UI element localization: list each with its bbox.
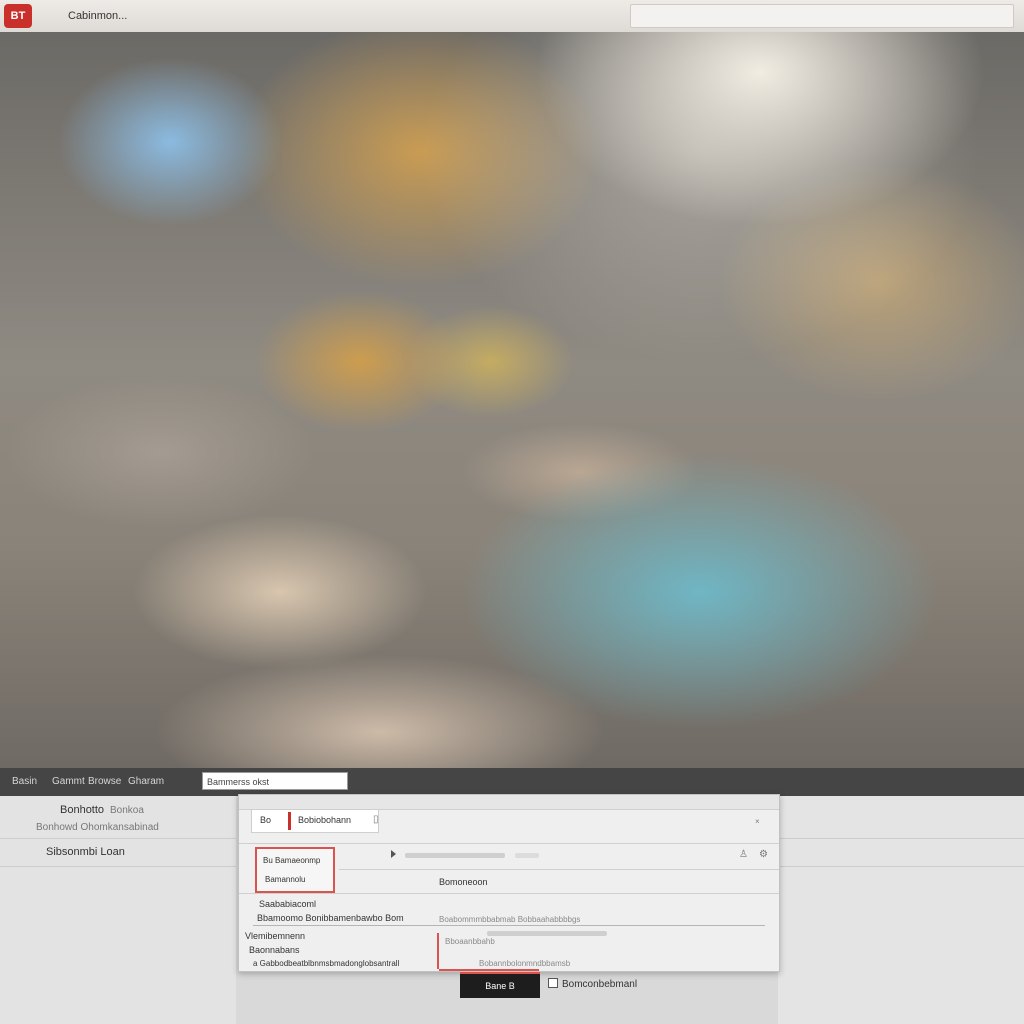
row-value: Bomoneoon (439, 877, 488, 887)
title-bar: BT Cabinmon... (0, 0, 1024, 33)
progress-bar-tail (515, 853, 539, 858)
section-title: Vlemibemnenn (245, 931, 306, 941)
properties-dialog: Bo Bobiobohann ▯ × Bu Bamaeonmp Bamannol… (238, 794, 780, 972)
footer-note: a Gabbodbeatblbnmsbmadonglobsantrall (253, 959, 400, 968)
option-checkbox[interactable] (548, 978, 558, 988)
toolbar-item-3[interactable]: Browse (88, 776, 121, 787)
primary-action-button[interactable]: Bane B (460, 972, 540, 998)
tab-active-indicator (288, 812, 291, 830)
list-item-title[interactable]: Bonhotto (60, 804, 104, 816)
list-item-title[interactable]: Sibsonmbi Loan (46, 846, 125, 858)
document-icon[interactable]: ▯ (373, 814, 379, 825)
image-preview (0, 32, 1024, 768)
field-line-1: Bu Bamaeonmp (263, 856, 321, 865)
toolbar-strip: Basin Gammt Browse Gharam Bammerss okst (0, 768, 1024, 796)
dialog-tab-group: Bo Bobiobohann (251, 809, 379, 833)
settings-icon[interactable]: ⚙ (759, 849, 768, 860)
dialog-header (239, 795, 779, 810)
field-line-2: Bamannolu (265, 875, 306, 884)
tab-short[interactable]: Bo (260, 815, 271, 825)
app-logo[interactable]: BT (4, 4, 32, 28)
toolbar-name-field[interactable]: Bammerss okst (202, 772, 348, 790)
left-list: Bonhotto Bonkoa Bonhowd Ohomkansabinad S… (0, 796, 236, 1024)
footer-right-text: Bobannbolonmndbbamsb (479, 959, 571, 968)
dialog-divider (239, 893, 779, 894)
panel-divider (778, 838, 1024, 839)
window-title: Cabinmon... (68, 10, 128, 22)
dialog-divider (239, 843, 779, 844)
tab-main[interactable]: Bobiobohann (298, 815, 351, 825)
section-value: Bboaanbbahb (445, 937, 495, 946)
list-item-detail: Bonhowd Ohomkansabinad (36, 822, 159, 833)
title-search-field[interactable] (630, 4, 1014, 28)
section-title: Saababiacoml (259, 899, 317, 909)
toolbar-item-4[interactable]: Gharam (128, 776, 164, 787)
close-icon[interactable]: × (755, 817, 760, 826)
section-subtitle: Bbamoomo Bonibbamenbawbo Bom (257, 913, 404, 923)
highlighted-field[interactable]: Bu Bamaeonmp Bamannolu (255, 847, 335, 893)
option-checkbox-label[interactable]: Bomconbebmanl (562, 979, 637, 990)
list-divider (0, 866, 236, 867)
toolbar-item-1[interactable]: Basin (12, 776, 37, 787)
progress-bar (405, 853, 505, 858)
section-subtitle: Baonnabans (249, 945, 300, 955)
error-underline (439, 969, 539, 971)
error-indicator (437, 933, 439, 969)
person-icon[interactable]: ♙ (739, 849, 748, 860)
toolbar-item-2[interactable]: Gammt (52, 776, 85, 787)
image-haze-overlay (0, 32, 1024, 768)
play-icon[interactable] (391, 850, 396, 858)
section-underline (253, 925, 765, 926)
section-value: Boabommmbbabmab Bobbaahabbbbgs (439, 915, 581, 924)
panel-divider (778, 866, 1024, 867)
value-bar (487, 931, 607, 936)
list-item-subtitle: Bonkoa (110, 805, 144, 816)
right-panel (778, 796, 1024, 1024)
list-divider (0, 838, 236, 839)
dialog-divider (339, 869, 779, 870)
